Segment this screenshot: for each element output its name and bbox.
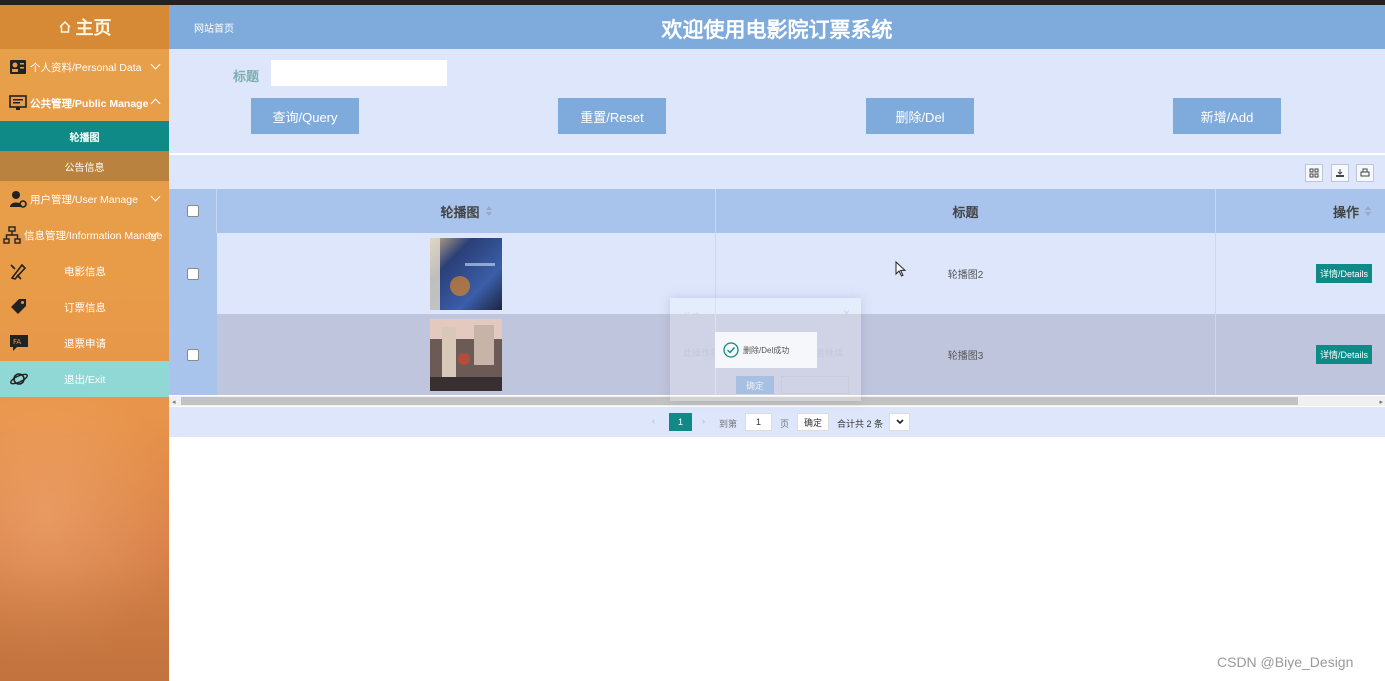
sidebar: 主页 个人资料/Personal Data 公共管理/Public Manage… [0,5,169,681]
sidebar-item-refund[interactable]: FA 退票申请 [0,325,169,361]
mouse-cursor-icon [895,261,907,277]
page-size-select[interactable] [889,413,910,431]
row-select-cell [169,314,217,395]
sidebar-subitem-announcement[interactable]: 公告信息 [0,151,169,181]
page-title: 欢迎使用电影院订票系统 [661,19,893,42]
delete-button[interactable]: 删除/Del [866,98,974,134]
carousel-image-cell [217,233,716,314]
success-toast: 删除/Del成功 [715,332,817,368]
export-icon[interactable] [1331,164,1349,182]
columns-icon[interactable] [1305,164,1323,182]
dialog-title: 信息 [683,312,702,322]
film-edit-icon [10,263,27,280]
sidebar-item-label: 电影信息 [64,266,106,278]
home-icon [58,20,71,33]
sidebar-item-label: 退出/Exit [64,374,106,386]
sort-icon[interactable] [485,206,492,216]
goto-label: 到第 [719,419,738,429]
dialog-message: 此操作将 [683,348,720,358]
goto-page-input[interactable]: 1 [745,413,772,431]
row-checkbox[interactable] [187,348,199,361]
user-card-icon [8,57,28,77]
scroll-right-arrow-icon[interactable]: ▸ [1379,398,1383,406]
check-circle-icon [723,342,739,358]
row-select-cell [169,233,217,314]
carousel-thumbnail[interactable] [430,318,502,391]
row-actions-cell: 详情/Details [1216,314,1385,395]
column-header-actions[interactable]: 操作 [1216,189,1385,233]
planet-icon [10,373,28,385]
sidebar-item-movie-info[interactable]: 电影信息 [0,253,169,289]
sidebar-item-label: 订票信息 [64,302,106,314]
ticket-tag-icon [11,299,26,314]
add-button[interactable]: 新增/Add [1173,98,1281,134]
column-header-image[interactable]: 轮播图 [217,189,716,233]
chevron-up-icon [150,98,161,109]
sidebar-home[interactable]: 主页 [0,5,169,49]
sidebar-home-label: 主页 [75,18,112,38]
sidebar-subitem-label: 轮播图 [69,132,100,144]
chevron-down-icon [895,419,904,425]
sidebar-group-information-manage[interactable]: 信息管理/Information Manage [0,217,169,253]
carousel-image-cell [217,314,716,395]
user-gear-icon [8,189,28,209]
column-header-title: 标题 [716,189,1216,233]
table-toolbar [169,155,1385,189]
total-count: 合计共 2 条 [837,419,884,429]
sidebar-group-label: 用户管理/User Manage [30,193,138,206]
sidebar-item-exit[interactable]: 退出/Exit [0,361,169,397]
column-header-label: 操作 [1332,204,1359,220]
network-icon [2,225,22,245]
watermark: CSDN @Biye_Design [1217,654,1354,670]
sort-icon[interactable] [1365,206,1371,216]
sidebar-subitem-carousel[interactable]: 轮播图 [0,121,169,151]
carousel-thumbnail[interactable] [430,237,502,310]
title-filter-label: 标题 [233,69,260,84]
page-suffix-label: 页 [780,419,790,429]
prev-page-button[interactable]: ‹ [652,416,655,426]
goto-confirm-button[interactable]: 确定 [797,413,829,431]
app-header: 网站首页 欢迎使用电影院订票系统 [169,5,1385,49]
chevron-down-icon [150,191,161,202]
query-button[interactable]: 查询/Query [251,98,359,134]
search-panel: 标题 查询/Query 重置/Reset 删除/Del 新增/Add [169,49,1385,153]
page-number-button[interactable]: 1 [669,413,692,431]
row-checkbox[interactable] [187,267,199,280]
title-filter-input[interactable] [271,60,447,86]
monitor-icon [8,93,28,113]
sidebar-background-art-lower [0,565,169,681]
pagination: ‹ 1 › 到第 1 页 确定 合计共 2 条 [169,407,1385,437]
sidebar-group-personal-data[interactable]: 个人资料/Personal Data [0,49,169,85]
chevron-down-icon [150,59,161,70]
details-button[interactable]: 详情/Details [1315,345,1372,364]
column-header-label: 标题 [952,204,979,220]
sidebar-item-ticket-info[interactable]: 订票信息 [0,289,169,325]
sidebar-group-label: 信息管理/Information Manage [24,229,163,242]
scroll-left-arrow-icon[interactable]: ◂ [172,398,176,406]
sidebar-subitem-label: 公告信息 [64,162,105,174]
sidebar-group-label: 公共管理/Public Manage [30,97,149,110]
select-all-checkbox[interactable] [186,205,199,217]
close-icon[interactable]: × [843,306,850,320]
dialog-cancel-button[interactable]: 取消/Cancel [781,376,849,394]
reset-button[interactable]: 重置/Reset [558,98,666,134]
dialog-ok-button[interactable]: 确定 [736,376,774,394]
next-page-button[interactable]: › [702,416,705,426]
print-icon[interactable] [1356,164,1374,182]
sidebar-item-label: 退票申请 [64,338,106,350]
details-button[interactable]: 详情/Details [1315,264,1372,283]
sidebar-group-public-manage[interactable]: 公共管理/Public Manage [0,85,169,121]
sidebar-group-label: 个人资料/Personal Data [30,61,142,74]
svg-text:FA: FA [13,338,21,346]
sidebar-group-user-manage[interactable]: 用户管理/User Manage [0,181,169,217]
toast-message: 删除/Del成功 [743,345,790,355]
column-header-label: 轮播图 [440,204,480,220]
select-all-cell [169,189,217,233]
row-actions-cell: 详情/Details [1216,233,1385,314]
table-header: 轮播图 标题 操作 [169,189,1385,233]
chat-fa-icon: FA [10,335,28,351]
